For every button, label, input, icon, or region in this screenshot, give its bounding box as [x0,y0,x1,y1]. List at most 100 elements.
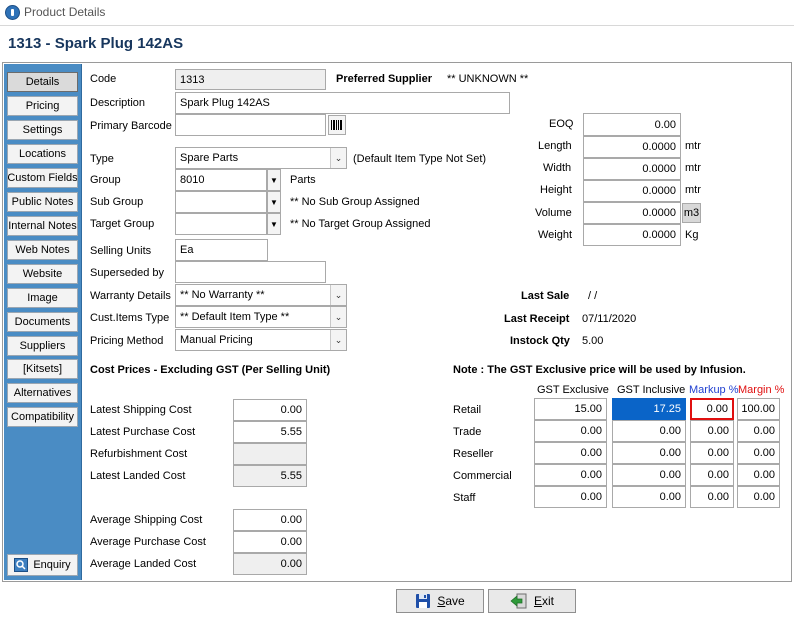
trade-gst-exclusive[interactable]: 0.00 [534,420,607,442]
volume-field[interactable]: 0.0000 [583,202,681,224]
pricing-method-label: Pricing Method [90,335,164,347]
sidebar-item-image[interactable]: Image [7,288,78,308]
warranty-select[interactable]: ** No Warranty ** ⌄ [175,284,347,306]
sidebar-item-documents[interactable]: Documents [7,312,78,332]
save-button[interactable]: Save [396,589,484,613]
sidebar-item-website[interactable]: Website [7,264,78,284]
sidebar-item-suppliers[interactable]: Suppliers [7,336,78,356]
target-group-dropdown-icon[interactable]: ▼ [267,213,281,235]
latest-purchase-cost-field[interactable]: 5.55 [233,421,307,443]
height-field[interactable]: 0.0000 [583,180,681,202]
sidebar-item-internal-notes[interactable]: Internal Notes [7,216,78,236]
retail-gst-exclusive[interactable]: 15.00 [534,398,607,420]
staff-gst-inclusive[interactable]: 0.00 [612,486,686,508]
sub-group-label: Sub Group [90,196,144,208]
group-dropdown-icon[interactable]: ▼ [267,169,281,191]
col-markup: Markup % [689,384,739,396]
superseded-by-field[interactable] [175,261,326,283]
trade-markup[interactable]: 0.00 [690,420,734,442]
exit-button[interactable]: Exit [488,589,576,613]
pricing-method-select[interactable]: Manual Pricing ⌄ [175,329,347,351]
trade-margin[interactable]: 0.00 [737,420,780,442]
sidebar-item-custom-fields[interactable]: Custom Fields [7,168,78,188]
reseller-gst-inclusive[interactable]: 0.00 [612,442,686,464]
reseller-gst-exclusive[interactable]: 0.00 [534,442,607,464]
sidebar-item-pricing[interactable]: Pricing [7,96,78,116]
sidebar-item-alternatives[interactable]: Alternatives [7,383,78,403]
width-unit: mtr [685,162,701,174]
col-gst-inclusive: GST Inclusive [617,384,686,396]
preferred-supplier-label: Preferred Supplier [336,73,432,85]
exit-icon [510,593,527,609]
height-label: Height [540,184,572,196]
commercial-gst-exclusive[interactable]: 0.00 [534,464,607,486]
sidebar-item-public-notes[interactable]: Public Notes [7,192,78,212]
description-label: Description [90,97,146,109]
chevron-down-icon: ⌄ [330,307,346,327]
retail-markup[interactable]: 0.00 [690,398,734,420]
target-group-note: ** No Target Group Assigned [290,218,431,230]
type-note: (Default Item Type Not Set) [353,153,487,165]
sidebar-item-settings[interactable]: Settings [7,120,78,140]
barcode-button[interactable] [328,115,346,135]
preferred-supplier-value: ** UNKNOWN ** [447,73,529,85]
page-title: 1313 - Spark Plug 142AS [8,35,184,52]
staff-gst-exclusive[interactable]: 0.00 [534,486,607,508]
average-landed-cost-field: 0.00 [233,553,307,575]
instock-value: 5.00 [582,335,604,347]
window-titlebar: Product Details [0,0,794,26]
sidebar-item-compatibility[interactable]: Compatibility [7,407,78,427]
description-field[interactable]: Spark Plug 142AS [175,92,510,114]
sidebar-item-locations[interactable]: Locations [7,144,78,164]
sub-group-dropdown-icon[interactable]: ▼ [267,191,281,213]
sidebar-item-web-notes[interactable]: Web Notes [7,240,78,260]
target-group-label: Target Group [90,218,155,230]
sidebar-item-kitsets[interactable]: [Kitsets] [7,359,78,379]
width-field[interactable]: 0.0000 [583,158,681,180]
cost-heading: Cost Prices - Excluding GST (Per Selling… [90,364,331,376]
selling-units-field[interactable]: Ea [175,239,268,261]
weight-field[interactable]: 0.0000 [583,224,681,246]
enquiry-button[interactable]: Enquiry [7,554,78,576]
warranty-label: Warranty Details [90,290,171,302]
sub-group-field[interactable] [175,191,267,213]
sidebar-item-details[interactable]: Details [7,72,78,92]
latest-landed-cost-label: Latest Landed Cost [90,470,186,482]
commercial-markup[interactable]: 0.00 [690,464,734,486]
target-group-field[interactable] [175,213,267,235]
commercial-margin[interactable]: 0.00 [737,464,780,486]
volume-unit-button[interactable]: m3 [682,203,701,223]
chevron-down-icon: ⌄ [330,285,346,305]
floppy-disk-icon [416,594,431,608]
length-unit: mtr [685,140,701,152]
staff-margin[interactable]: 0.00 [737,486,780,508]
width-label: Width [543,162,572,174]
average-purchase-cost-field[interactable]: 0.00 [233,531,307,553]
average-landed-cost-label: Average Landed Cost [90,558,197,570]
retail-gst-inclusive[interactable]: 17.25 [612,398,686,420]
enquiry-label: Enquiry [33,559,71,571]
commercial-gst-inclusive[interactable]: 0.00 [612,464,686,486]
average-shipping-cost-field[interactable]: 0.00 [233,509,307,531]
reseller-margin[interactable]: 0.00 [737,442,780,464]
save-label: Save [437,594,465,608]
reseller-markup[interactable]: 0.00 [690,442,734,464]
eoq-field[interactable]: 0.00 [583,113,681,136]
length-field[interactable]: 0.0000 [583,136,681,158]
retail-margin[interactable]: 100.00 [737,398,780,420]
exit-label: Exit [533,594,554,608]
price-row-label-retail: Retail [453,404,482,416]
height-unit: mtr [685,184,701,196]
group-field[interactable]: 8010 [175,169,267,191]
primary-barcode-field[interactable] [175,114,326,136]
latest-shipping-cost-field[interactable]: 0.00 [233,399,307,421]
staff-markup[interactable]: 0.00 [690,486,734,508]
code-field[interactable]: 1313 [175,69,326,90]
cust-items-type-select[interactable]: ** Default Item Type ** ⌄ [175,306,347,328]
latest-purchase-cost-label: Latest Purchase Cost [90,426,196,438]
type-select[interactable]: Spare Parts ⌄ [175,147,347,169]
length-label: Length [538,140,572,152]
price-row-label-reseller: Reseller [453,448,494,460]
volume-label: Volume [535,207,572,219]
trade-gst-inclusive[interactable]: 0.00 [612,420,686,442]
